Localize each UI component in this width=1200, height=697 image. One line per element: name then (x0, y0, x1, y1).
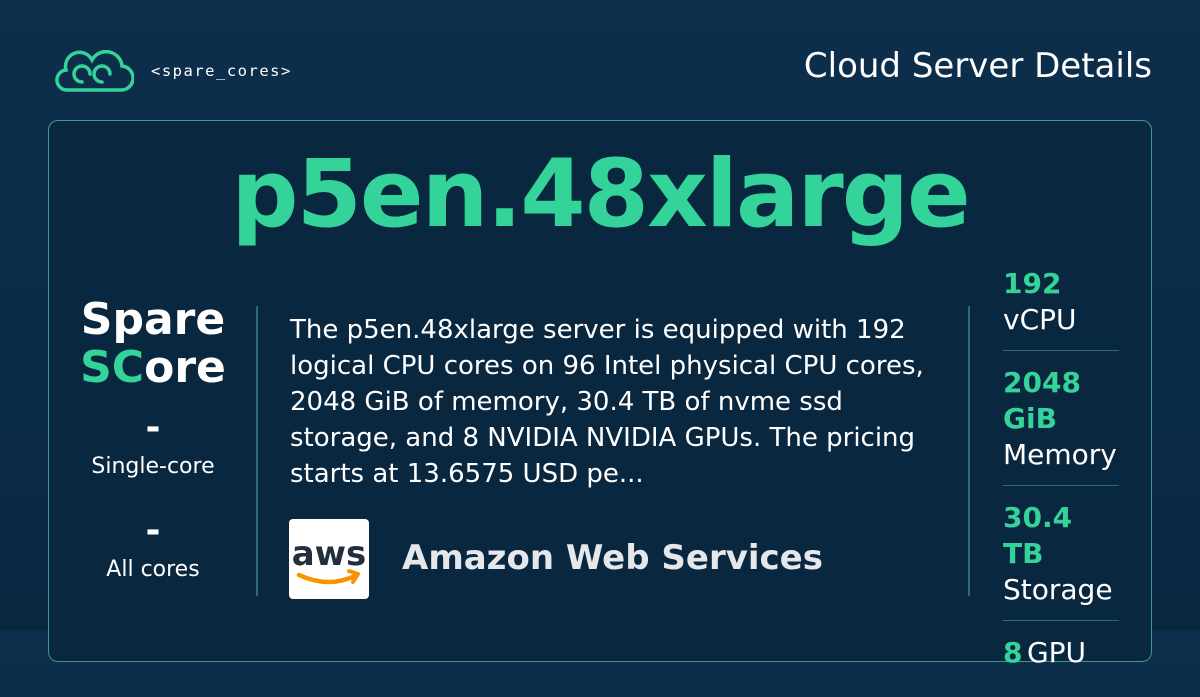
server-description: The p5en.48xlarge server is equipped wit… (290, 315, 924, 489)
stat-memory: 2048 GiB Memory (1003, 365, 1119, 486)
server-stats: 192 vCPU 2048 GiB Memory 30.4 TB Storage… (1003, 266, 1119, 697)
vcpu-label: vCPU (1003, 303, 1077, 336)
all-cores-label: All cores (106, 557, 200, 582)
divider-left (256, 306, 258, 596)
score-title-accent: SC (80, 342, 145, 393)
aws-logo-text: aws (292, 534, 367, 574)
page-title: Cloud Server Details (803, 46, 1152, 86)
header: <spare_cores> Cloud Server Details (0, 0, 1200, 120)
all-cores-score: - (145, 510, 161, 551)
memory-label: Memory (1003, 438, 1117, 471)
spare-score-panel: Spare SCore - Single-core - All cores (48, 294, 258, 583)
score-title-line2: SCore (48, 344, 258, 392)
divider-right (968, 306, 970, 596)
storage-label: Storage (1003, 573, 1113, 606)
score-title-rest: ore (144, 342, 226, 393)
stat-vcpu: 192 vCPU (1003, 266, 1119, 351)
memory-unit: GiB (1003, 402, 1057, 435)
gpu-line: 8 GPU (1003, 635, 1119, 671)
vcpu-value: 192 (1003, 267, 1062, 300)
brand-name[interactable]: <spare_cores> (151, 62, 292, 80)
gpu-value: 8 (1003, 636, 1023, 669)
spare-cores-cloud-icon[interactable] (52, 50, 134, 94)
stat-storage: 30.4 TB Storage (1003, 500, 1119, 621)
storage-value: 30.4 TB (1003, 501, 1073, 570)
gpu-label: GPU (1026, 636, 1087, 669)
single-core-label: Single-core (91, 454, 215, 479)
memory-value: 2048 (1003, 366, 1081, 399)
score-title-line1: Spare (80, 294, 226, 345)
vendor-name: Amazon Web Services (402, 538, 823, 578)
single-core-score: - (145, 407, 161, 448)
aws-logo-icon: aws (289, 519, 369, 599)
server-name: p5en.48xlarge (231, 140, 971, 249)
stat-gpu: 8 GPU (1003, 635, 1119, 683)
